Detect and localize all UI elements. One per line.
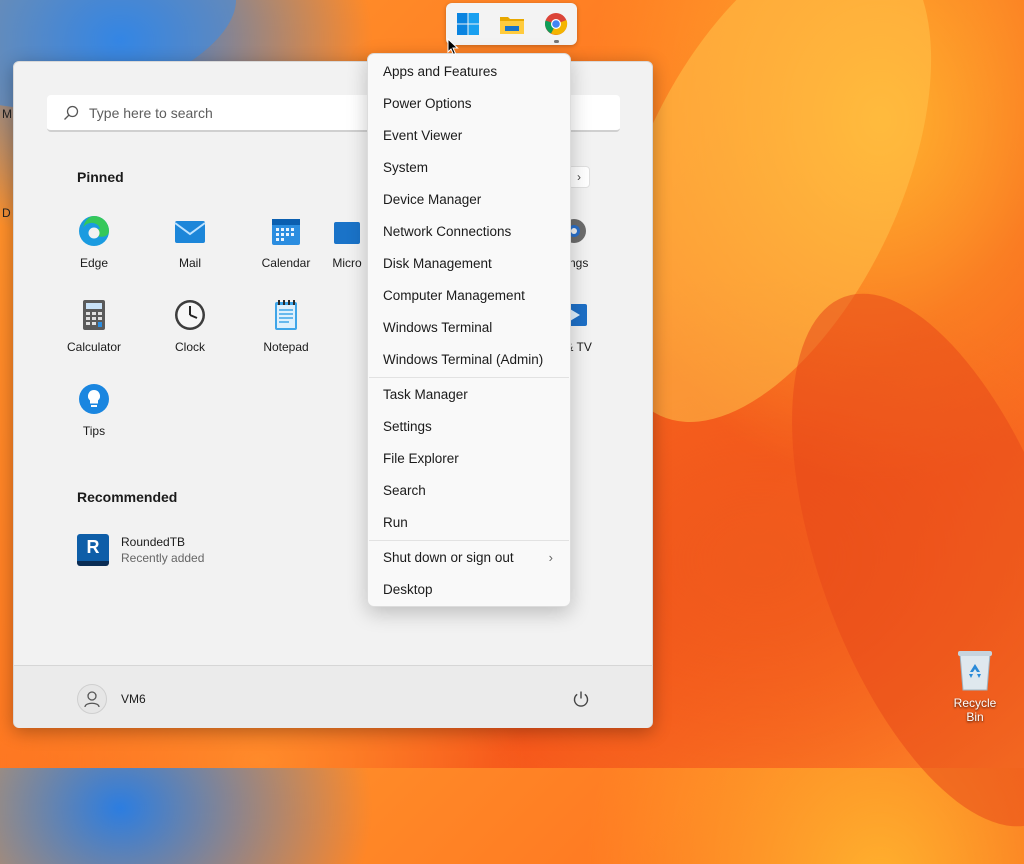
app-label: Calendar [261, 256, 311, 270]
app-label: Calculator [66, 340, 122, 354]
recommended-item-subtitle: Recently added [121, 551, 205, 565]
search-placeholder: Type here to search [89, 104, 213, 121]
calculator-icon [83, 300, 105, 330]
app-label: Notepad [263, 340, 309, 354]
pinned-app-mail[interactable]: Mail [142, 210, 238, 290]
pinned-app-clock[interactable]: Clock [142, 294, 238, 374]
calendar-icon [272, 219, 300, 245]
taskbar [446, 3, 577, 45]
pinned-app-microsoft-store[interactable]: Micro [322, 210, 372, 290]
chevron-right-icon: › [548, 550, 553, 565]
desktop-icon-label-partial[interactable]: M [2, 107, 12, 121]
menu-separator [369, 377, 569, 378]
menu-item-search[interactable]: Search [369, 475, 569, 507]
desktop-icon-label-partial[interactable]: D [2, 206, 11, 220]
user-avatar[interactable] [77, 684, 107, 714]
chrome-button[interactable] [540, 8, 572, 40]
menu-item-run[interactable]: Run [369, 507, 569, 539]
pinned-app-edge[interactable]: Edge [46, 210, 142, 290]
mail-icon [174, 221, 206, 243]
notepad-icon [275, 300, 297, 330]
menu-item-label: Shut down or sign out [383, 550, 514, 565]
menu-item-computer-management[interactable]: Computer Management [369, 280, 569, 312]
winx-context-menu: Apps and Features Power Options Event Vi… [367, 53, 571, 607]
chevron-right-icon: › [577, 170, 581, 184]
recommended-title: Recommended [77, 489, 178, 505]
menu-item-file-explorer[interactable]: File Explorer [369, 443, 569, 475]
menu-item-power-options[interactable]: Power Options [369, 88, 569, 120]
running-indicator [554, 40, 559, 43]
user-name[interactable]: VM6 [121, 692, 146, 706]
store-icon [334, 222, 360, 244]
menu-item-system[interactable]: System [369, 152, 569, 184]
chrome-icon [545, 13, 568, 35]
pinned-title: Pinned [77, 169, 124, 185]
file-explorer-button[interactable] [496, 8, 528, 40]
menu-item-shut-down-or-sign-out[interactable]: Shut down or sign out › [369, 542, 569, 574]
menu-item-apps-and-features[interactable]: Apps and Features [369, 56, 569, 88]
menu-item-task-manager[interactable]: Task Manager [369, 379, 569, 411]
recommended-item-text: RoundedTB Recently added [121, 535, 204, 565]
recommended-item-roundedtb[interactable]: R RoundedTB Recently added [77, 534, 204, 566]
app-label: Edge [79, 256, 109, 270]
menu-item-event-viewer[interactable]: Event Viewer [369, 120, 569, 152]
user-icon [84, 691, 100, 708]
menu-item-network-connections[interactable]: Network Connections [369, 216, 569, 248]
pinned-app-calendar[interactable]: Calendar [238, 210, 334, 290]
tips-icon [79, 384, 109, 414]
edge-icon [79, 216, 109, 246]
app-label: Micro [332, 256, 362, 270]
pinned-next-page-button[interactable]: › [568, 166, 590, 188]
pinned-app-calculator[interactable]: Calculator [46, 294, 142, 374]
recycle-bin-label: Recycle Bin [953, 696, 997, 724]
menu-separator [369, 540, 569, 541]
start-button[interactable] [452, 8, 484, 40]
windows-start-icon [457, 13, 479, 35]
recycle-bin-icon [958, 651, 992, 691]
menu-item-desktop[interactable]: Desktop [369, 574, 569, 606]
pinned-app-tips[interactable]: Tips [46, 378, 142, 458]
recycle-bin[interactable]: Recycle Bin [944, 648, 1006, 724]
menu-item-disk-management[interactable]: Disk Management [369, 248, 569, 280]
menu-item-device-manager[interactable]: Device Manager [369, 184, 569, 216]
app-label: Mail [178, 256, 201, 270]
file-explorer-icon [500, 17, 524, 34]
clock-icon [175, 300, 205, 330]
app-label: Clock [174, 340, 205, 354]
menu-item-windows-terminal[interactable]: Windows Terminal [369, 312, 569, 344]
roundedtb-app-icon: R [77, 534, 109, 566]
search-icon [64, 105, 79, 120]
mouse-cursor-icon [447, 38, 459, 56]
app-label: Tips [82, 424, 106, 438]
menu-item-windows-terminal-admin[interactable]: Windows Terminal (Admin) [369, 344, 569, 376]
power-icon[interactable] [572, 690, 590, 708]
start-menu-footer: VM6 [14, 665, 652, 728]
menu-item-settings[interactable]: Settings [369, 411, 569, 443]
pinned-app-notepad[interactable]: Notepad [238, 294, 334, 374]
recommended-item-name: RoundedTB [121, 535, 186, 549]
